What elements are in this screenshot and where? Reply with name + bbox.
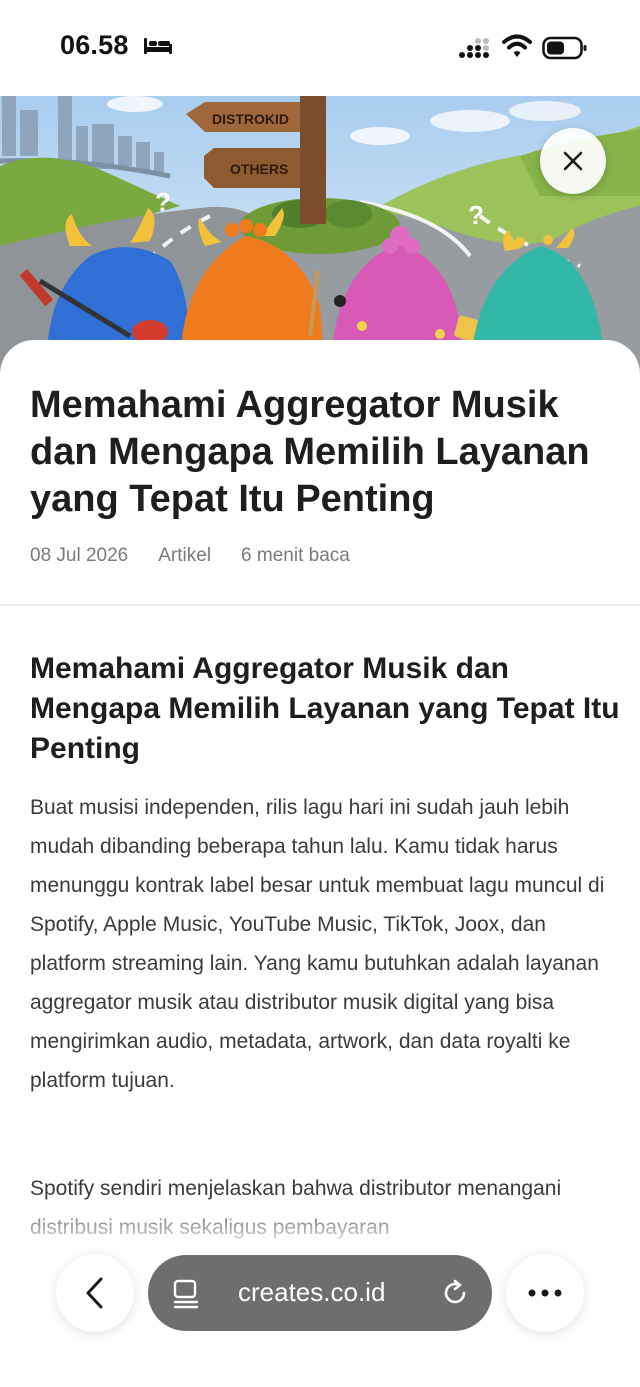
article-meta: 08 Jul 2026 Artikel 6 menit baca (30, 545, 380, 567)
article-paragraph: Buat musisi independen, rilis lagu hari … (30, 796, 605, 1092)
more-button[interactable] (506, 1254, 584, 1332)
section-heading: Memahami Aggregator Musik dan Mengapa Me… (30, 652, 620, 765)
question-mark: ? (468, 200, 484, 230)
signpost-label-distrokid: DISTROKID (212, 111, 289, 127)
article-date: 08 Jul 2026 (30, 545, 129, 566)
close-icon (563, 151, 583, 171)
article-read-time: 6 menit baca (241, 545, 350, 566)
divider (0, 604, 640, 606)
question-mark: ? (155, 187, 171, 217)
signpost-label-others: OTHERS (230, 161, 288, 177)
back-button[interactable] (56, 1254, 134, 1332)
article-category: Artikel (158, 545, 212, 566)
article-title: Memahami Aggregator Musik dan Mengapa Me… (30, 384, 590, 520)
address-bar[interactable]: creates.co.id (148, 1255, 492, 1331)
battery-icon (542, 36, 587, 60)
back-icon (86, 1277, 103, 1309)
close-button[interactable] (540, 128, 606, 194)
wifi-icon (502, 34, 532, 57)
more-icon (528, 1289, 562, 1297)
url-text: creates.co.id (238, 1277, 386, 1307)
status-time: 06.58 (60, 30, 129, 60)
cellular-signal-icon (459, 38, 489, 58)
status-bar: 06.58 (0, 0, 640, 96)
page-icon (173, 1279, 199, 1309)
reload-icon[interactable] (442, 1279, 470, 1307)
bed-icon (144, 38, 172, 54)
